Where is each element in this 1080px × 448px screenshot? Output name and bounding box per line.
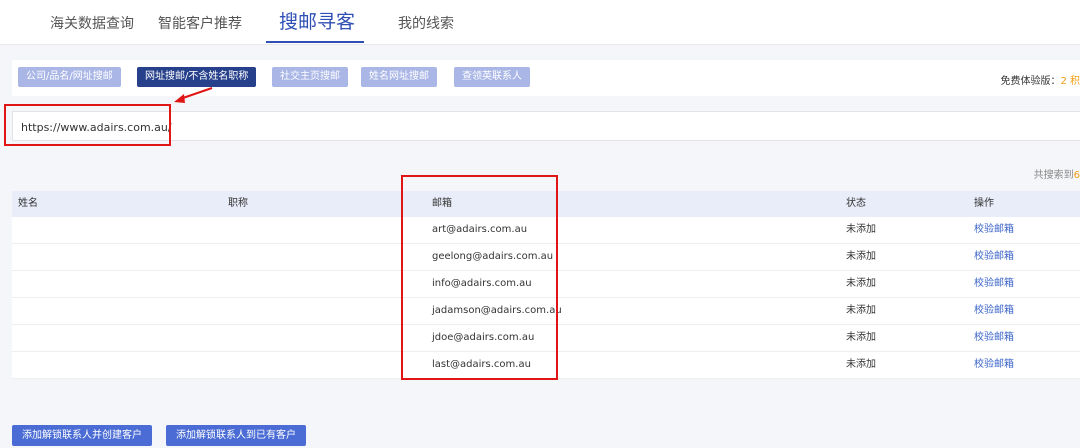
header-name: 姓名 <box>18 198 38 209</box>
tab-my-leads[interactable]: 我的线索 <box>398 0 454 44</box>
table-row: geelong@adairs.com.au 未添加 校验邮箱 <box>12 244 1080 271</box>
tab-customs-data[interactable]: 海关数据查询 <box>50 0 134 44</box>
verify-email-link[interactable]: 校验邮箱 <box>974 244 1014 270</box>
table-row: jadamson@adairs.com.au 未添加 校验邮箱 <box>12 298 1080 325</box>
trial-info: 免费体验版：2 积 <box>1000 72 1080 87</box>
row-status: 未添加 <box>846 278 876 289</box>
row-email: jadamson@adairs.com.au <box>432 305 562 316</box>
result-count-value: 6 <box>1073 170 1080 181</box>
table-row: info@adairs.com.au 未添加 校验邮箱 <box>12 271 1080 298</box>
add-contacts-create-customer-button[interactable]: 添加解锁联系人并创建客户 <box>12 425 152 446</box>
active-tab-indicator <box>266 41 364 43</box>
header-email: 邮箱 <box>432 198 452 209</box>
row-status: 未添加 <box>846 251 876 262</box>
url-input[interactable] <box>19 116 323 138</box>
row-status: 未添加 <box>846 224 876 235</box>
header-title: 职称 <box>228 198 248 209</box>
results-table: 姓名 职称 邮箱 状态 操作 art@adairs.com.au 未添加 校验邮… <box>12 191 1080 379</box>
row-email: geelong@adairs.com.au <box>432 251 554 262</box>
verify-email-link[interactable]: 校验邮箱 <box>974 271 1014 297</box>
verify-email-link[interactable]: 校验邮箱 <box>974 298 1014 324</box>
add-contacts-existing-customer-button[interactable]: 添加解锁联系人到已有客户 <box>166 425 306 446</box>
result-count: 共搜索到6 <box>1034 166 1080 181</box>
row-status: 未添加 <box>846 359 876 370</box>
mode-name-url-search[interactable]: 姓名网址搜邮 <box>361 67 437 87</box>
search-mode-bar: 公司/品名/网址搜邮 网址搜邮/不含姓名职称 社交主页搜邮 姓名网址搜邮 查领英… <box>12 60 1080 96</box>
verify-email-link[interactable]: 校验邮箱 <box>974 352 1014 378</box>
row-email: last@adairs.com.au <box>432 359 531 370</box>
table-row: art@adairs.com.au 未添加 校验邮箱 <box>12 217 1080 244</box>
result-count-label: 共搜索到 <box>1033 170 1074 181</box>
mode-linkedin-search[interactable]: 查领英联系人 <box>454 67 530 87</box>
row-status: 未添加 <box>846 332 876 343</box>
row-email: art@adairs.com.au <box>432 224 528 235</box>
trial-label: 免费体验版： <box>1000 76 1061 87</box>
tab-bar: 海关数据查询 智能客户推荐 搜邮寻客 我的线索 <box>0 0 1080 45</box>
trial-credits: 2 积 <box>1060 76 1080 87</box>
verify-email-link[interactable]: 校验邮箱 <box>974 217 1014 243</box>
row-status: 未添加 <box>846 305 876 316</box>
tab-smart-recommend[interactable]: 智能客户推荐 <box>158 0 242 44</box>
tab-email-search[interactable]: 搜邮寻客 <box>279 0 355 44</box>
table-row: last@adairs.com.au 未添加 校验邮箱 <box>12 352 1080 379</box>
header-status: 状态 <box>846 198 866 209</box>
verify-email-link[interactable]: 校验邮箱 <box>974 325 1014 351</box>
header-action: 操作 <box>974 198 994 209</box>
mode-social-search[interactable]: 社交主页搜邮 <box>272 67 348 87</box>
row-email: info@adairs.com.au <box>432 278 532 289</box>
row-email: jdoe@adairs.com.au <box>432 332 535 343</box>
table-header: 姓名 职称 邮箱 状态 操作 <box>12 191 1080 217</box>
url-search-field <box>12 111 1080 141</box>
mode-url-search[interactable]: 网址搜邮/不含姓名职称 <box>137 67 257 87</box>
table-row: jdoe@adairs.com.au 未添加 校验邮箱 <box>12 325 1080 352</box>
mode-company-search[interactable]: 公司/品名/网址搜邮 <box>18 67 121 87</box>
